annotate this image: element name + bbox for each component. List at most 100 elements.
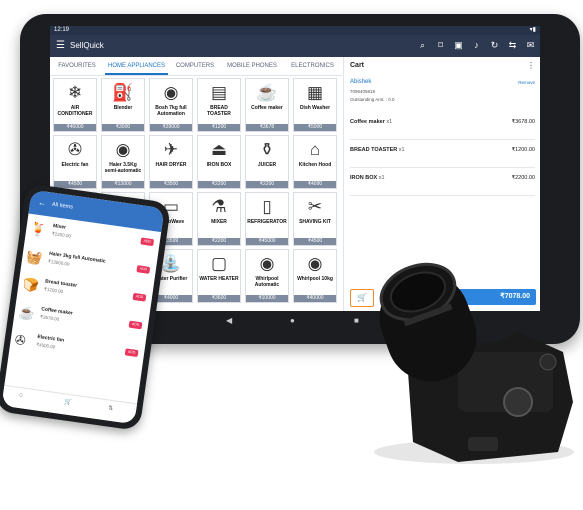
product-name: SHAVING KIT bbox=[299, 219, 331, 225]
app-bar: ☰ SellQuick ⌕ ⌑ ▣ ♪ ↻ ⇆ ✉ bbox=[50, 35, 540, 57]
product-tile[interactable]: ◉ Haier 3.5Kg semi-automatic ₹13000 bbox=[101, 135, 145, 189]
category-tabs: FAVOURITES HOME APPLIANCES COMPUTERS MOB… bbox=[50, 57, 342, 76]
product-name: Kitchen Hood bbox=[298, 162, 332, 168]
product-price: ₹40000 bbox=[294, 295, 336, 302]
product-tile[interactable]: ✂ SHAVING KIT ₹4500 bbox=[293, 192, 337, 246]
product-tile[interactable]: ❄ AIR CONDITIONER ₹46000 bbox=[53, 78, 97, 132]
home-icon[interactable]: ⌂ bbox=[19, 392, 23, 398]
product-name: JUICER bbox=[257, 162, 277, 168]
toaster-icon: 🍞 bbox=[21, 276, 40, 294]
mixer-icon: 🍹 bbox=[29, 220, 48, 239]
tab-computers[interactable]: COMPUTERS bbox=[171, 57, 219, 75]
product-tile[interactable]: ☕ Coffee maker ₹3678 bbox=[245, 78, 289, 132]
list-item-price: ₹13000.00 bbox=[47, 258, 70, 267]
recents-icon[interactable]: ■ bbox=[354, 316, 359, 325]
more-options-icon[interactable]: ⋮ bbox=[527, 61, 535, 70]
product-tile[interactable]: ✇ Electric fan ₹4500 bbox=[53, 135, 97, 189]
product-name: Whirlpool 10kg bbox=[297, 276, 333, 282]
water-heater-icon: ▢ bbox=[210, 254, 228, 273]
add-button[interactable]: ADD bbox=[124, 348, 139, 358]
product-tile[interactable]: ⏏ IRON BOX ₹2200 bbox=[197, 135, 241, 189]
cart-item-price: ₹1200.00 bbox=[511, 147, 535, 153]
home-icon[interactable]: ● bbox=[290, 316, 295, 325]
menu-icon[interactable]: ☰ bbox=[56, 39, 65, 53]
washing-machine-icon: ◉ bbox=[163, 83, 179, 102]
list-item-price: ₹1200.00 bbox=[43, 286, 64, 295]
product-name: WATER HEATER bbox=[199, 276, 239, 282]
cart-icon[interactable]: 🛒 bbox=[64, 398, 72, 406]
product-name: Bosh 7kg full Automation bbox=[155, 105, 187, 117]
microphone-icon[interactable]: ♪ bbox=[471, 40, 482, 51]
cart-title: Cart bbox=[350, 62, 365, 69]
customer-name[interactable]: Abishek bbox=[350, 79, 371, 85]
product-name: Whirlpool Automatic bbox=[254, 276, 280, 288]
phone-screen: ← All Items 🍹 Mixer ₹2200.00 ADD 🧺 Haier… bbox=[1, 189, 165, 425]
phone-bottom-nav: ⌂ 🛒 ⇅ bbox=[1, 384, 138, 425]
refrigerator-icon: ▯ bbox=[262, 197, 272, 216]
washing-machine-icon: ◉ bbox=[307, 254, 323, 273]
product-tile[interactable]: ▯ REFRIGERATOR ₹45000 bbox=[245, 192, 289, 246]
cart-item-name: BREAD TOASTER bbox=[350, 147, 398, 153]
add-button[interactable]: ADD bbox=[132, 292, 147, 302]
fan-icon: ✇ bbox=[67, 140, 83, 159]
add-button[interactable]: ADD bbox=[140, 237, 155, 247]
product-price: ₹3678 bbox=[246, 124, 288, 131]
cart-item[interactable]: BREAD TOASTER x1 ₹1200.00 bbox=[350, 143, 535, 168]
product-price: ₹29000 bbox=[150, 124, 192, 131]
kitchen-hood-icon: ⌂ bbox=[309, 140, 321, 159]
product-tile[interactable]: ▦ Dish Washer ₹5000 bbox=[293, 78, 337, 132]
back-arrow-icon[interactable]: ← bbox=[38, 198, 47, 208]
product-name: REFRIGERATOR bbox=[247, 219, 287, 225]
product-name: BREAD TOASTER bbox=[207, 105, 231, 117]
toaster-icon: ▤ bbox=[210, 83, 228, 102]
add-button[interactable]: ADD bbox=[128, 320, 143, 330]
remove-customer-link[interactable]: Remove bbox=[518, 80, 535, 85]
product-name: Coffee maker bbox=[251, 105, 283, 111]
product-price: ₹45000 bbox=[246, 238, 288, 245]
product-name: HAIR DRYER bbox=[155, 162, 187, 168]
tag-icon[interactable]: ⌑ bbox=[435, 40, 446, 51]
product-tile[interactable]: ⛽ Blender ₹3000 bbox=[101, 78, 145, 132]
coffee-maker-icon: ☕ bbox=[256, 83, 278, 102]
product-tile[interactable]: ⚱ JUICER ₹2200 bbox=[245, 135, 289, 189]
product-tile[interactable]: ✈ HAIR DRYER ₹3500 bbox=[149, 135, 193, 189]
product-price: ₹13000 bbox=[102, 181, 144, 188]
product-tile[interactable]: ◉ Whirlpool Automatic ₹10000 bbox=[245, 249, 289, 303]
product-tile[interactable]: ▤ BREAD TOASTER ₹1200 bbox=[197, 78, 241, 132]
iron-icon: ⏏ bbox=[210, 140, 228, 159]
cart-item-qty: x1 bbox=[398, 147, 405, 153]
cart-item[interactable]: Coffee maker x1 ₹3678.00 bbox=[350, 115, 535, 140]
hair-dryer-icon: ✈ bbox=[163, 140, 179, 159]
product-tile[interactable]: ▢ WATER HEATER ₹3600 bbox=[197, 249, 241, 303]
chat-icon[interactable]: ✉ bbox=[525, 40, 536, 51]
product-tile[interactable]: ◉ Bosh 7kg full Automation ₹29000 bbox=[149, 78, 193, 132]
cart-item-qty: x1 bbox=[386, 119, 393, 125]
tab-mobile-phones[interactable]: MOBILE PHONES bbox=[222, 57, 282, 75]
list-item-price: ₹2200.00 bbox=[51, 230, 72, 239]
tab-electronics[interactable]: ELECTRONICS bbox=[285, 57, 340, 75]
back-icon[interactable]: ◀ bbox=[226, 316, 232, 325]
product-name: MIXER bbox=[211, 219, 227, 225]
add-button[interactable]: ADD bbox=[136, 265, 151, 274]
cart-item-name: IRON BOX bbox=[350, 175, 378, 181]
product-tile[interactable]: ⌂ Kitchen Hood ₹4090 bbox=[293, 135, 337, 189]
air-conditioner-icon: ❄ bbox=[67, 83, 83, 102]
product-name: IRON BOX bbox=[206, 162, 232, 168]
product-tile[interactable]: ⚗ MIXER ₹2200 bbox=[197, 192, 241, 246]
tab-home-appliances[interactable]: HOME APPLIANCES bbox=[105, 57, 168, 75]
cart-item[interactable]: IRON BOX x1 ₹2200.00 bbox=[350, 171, 535, 196]
swap-icon[interactable]: ⇆ bbox=[507, 40, 518, 51]
transactions-icon[interactable]: ⇅ bbox=[108, 405, 114, 413]
product-price: ₹46000 bbox=[54, 124, 96, 131]
product-price: ₹2200 bbox=[198, 238, 240, 245]
search-icon[interactable]: ⌕ bbox=[417, 40, 428, 51]
customer-phone: 7096405819 bbox=[350, 89, 376, 94]
scan-icon[interactable]: ▣ bbox=[453, 40, 464, 51]
sync-icon[interactable]: ↻ bbox=[489, 40, 500, 51]
product-name: Haier 3.5Kg semi-automatic bbox=[104, 162, 142, 174]
shaver-icon: ✂ bbox=[307, 197, 323, 216]
mixer-icon: ⚗ bbox=[211, 197, 227, 216]
signal-icon: ▾▮ bbox=[529, 27, 536, 33]
product-tile[interactable]: ◉ Whirlpool 10kg ₹40000 bbox=[293, 249, 337, 303]
tab-favourites[interactable]: FAVOURITES bbox=[52, 57, 102, 75]
